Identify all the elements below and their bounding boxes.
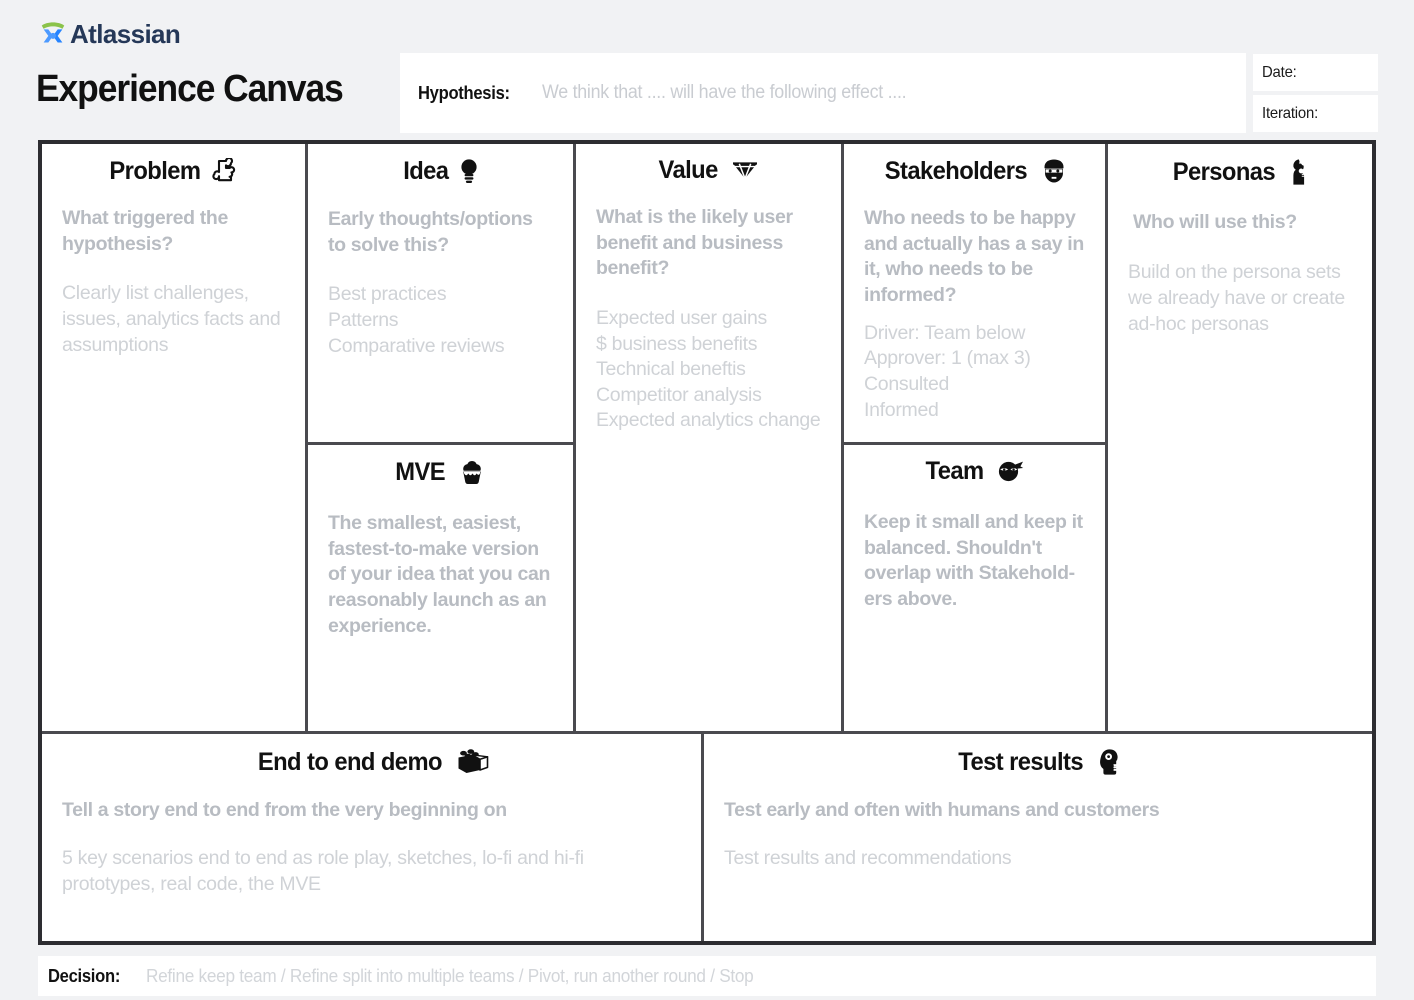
cell-test-results-title-text: Test results	[958, 747, 1084, 776]
atlassian-logo: Atlassian	[38, 17, 181, 51]
atlassian-logo-text: Atlassian	[70, 19, 181, 49]
cell-value-body: Expected user gains $ business benefits …	[596, 307, 821, 432]
cell-end-to-end-demo-title: End to end demo	[42, 748, 701, 776]
cell-mve-body: The smallest, easiest, fastest-to-make v…	[328, 512, 551, 637]
cell-mve[interactable]: MVE The smallest, easiest, fastest-to-ma…	[308, 445, 573, 731]
iteration-label: Iteration:	[1262, 104, 1319, 122]
cell-personas-title-text: Personas	[1172, 157, 1276, 186]
page-title: Experience Canvas	[36, 68, 344, 110]
cell-idea-title-text: Idea	[402, 157, 449, 185]
cell-stakeholders-title: Stakeholders	[844, 158, 1105, 184]
cell-mve-title-text: MVE	[395, 457, 446, 486]
cupcake-icon	[457, 459, 487, 485]
cell-personas-body: Build on the persona sets we already hav…	[1128, 260, 1345, 335]
cell-problem-body: Clearly list challenges, issues, analyti…	[62, 282, 281, 357]
cell-stakeholders-body: Driver: Team below Approver: 1 (max 3) C…	[864, 321, 1031, 421]
cell-test-results-lead: Test early and often with humans and cus…	[724, 799, 1160, 821]
canvas-grid: Problem What triggered the hypothesis? C…	[38, 140, 1376, 945]
cell-test-results-body: Test results and recommendations	[724, 846, 1012, 869]
cell-mve-title: MVE	[308, 459, 573, 485]
date-field[interactable]: Date:	[1253, 54, 1378, 91]
cell-problem[interactable]: Problem What triggered the hypothesis? C…	[42, 144, 305, 731]
hypothesis-placeholder: We think that .... will have the followi…	[541, 82, 907, 103]
cell-value-title-text: Value	[658, 156, 719, 184]
person-bust-icon	[1288, 158, 1310, 186]
cell-value[interactable]: Value What is the likely user benefit an…	[576, 144, 841, 731]
cell-end-to-end-demo-title-text: End to end demo	[257, 747, 442, 776]
cell-problem-lead: What triggered the hypothesis?	[62, 207, 228, 255]
ninja-icon	[995, 459, 1025, 484]
decision-field[interactable]: Decision: Refine keep team / Refine spli…	[38, 956, 1376, 996]
cell-personas[interactable]: Personas Who will use this? Build on the…	[1108, 144, 1372, 731]
cell-team-title-text: Team	[925, 457, 984, 485]
light-bulb-icon	[459, 158, 479, 185]
cell-personas-lead: Who will use this?	[1133, 211, 1297, 233]
date-label: Date:	[1262, 63, 1297, 81]
decision-label: Decision:	[48, 965, 121, 986]
cell-value-title: Value	[576, 158, 841, 183]
cell-team[interactable]: Team Keep it small and keep it balanced.…	[844, 445, 1105, 731]
cell-end-to-end-demo-body: 5 key scenarios end to end as role play,…	[62, 846, 584, 895]
cell-end-to-end-demo-lead: Tell a story end to end from the very be…	[62, 799, 507, 821]
decision-options-text: Refine keep team / Refine split into mul…	[146, 965, 754, 986]
cell-idea-body: Best practices Patterns Comparative revi…	[328, 283, 505, 357]
cell-value-lead: What is the likely user benefit and busi…	[596, 206, 793, 280]
diamond-icon	[730, 159, 760, 183]
cell-stakeholders-title-text: Stakeholders	[884, 156, 1027, 185]
cell-test-results-title: Test results	[704, 748, 1372, 776]
cell-stakeholders[interactable]: Stakeholders Who needs to be happy and a…	[844, 144, 1105, 442]
hypothesis-label: Hypothesis:	[418, 82, 510, 103]
cell-idea-lead: Early thoughts/options to solve this?	[328, 208, 533, 256]
cell-problem-title: Problem	[42, 158, 305, 184]
iteration-field[interactable]: Iteration:	[1253, 95, 1378, 132]
cell-stakeholders-lead: Who needs to be happy and actually has a…	[864, 207, 1084, 307]
cell-team-title: Team	[844, 459, 1105, 484]
cell-problem-title-text: Problem	[108, 156, 201, 185]
head-profile-icon	[1097, 748, 1121, 776]
lego-brick-icon	[456, 748, 490, 776]
cell-end-to-end-demo[interactable]: End to end demo Tell a story end to end …	[42, 734, 701, 941]
cell-personas-title: Personas	[1108, 158, 1372, 186]
atlassian-logo-mark-icon	[38, 19, 68, 49]
cell-idea-title: Idea	[308, 158, 573, 185]
puzzle-piece-icon	[212, 158, 240, 184]
hypothesis-field[interactable]: Hypothesis: We think that .... will have…	[400, 53, 1246, 133]
experience-canvas-page: Atlassian Experience Canvas Hypothesis: …	[0, 0, 1414, 1000]
cell-team-body: Keep it small and keep it balanced. Shou…	[864, 511, 1083, 611]
cell-idea[interactable]: Idea Early thoughts/options to solve thi…	[308, 144, 573, 442]
bearded-face-icon	[1040, 158, 1068, 184]
cell-test-results[interactable]: Test results Test early and often with h…	[704, 734, 1372, 941]
